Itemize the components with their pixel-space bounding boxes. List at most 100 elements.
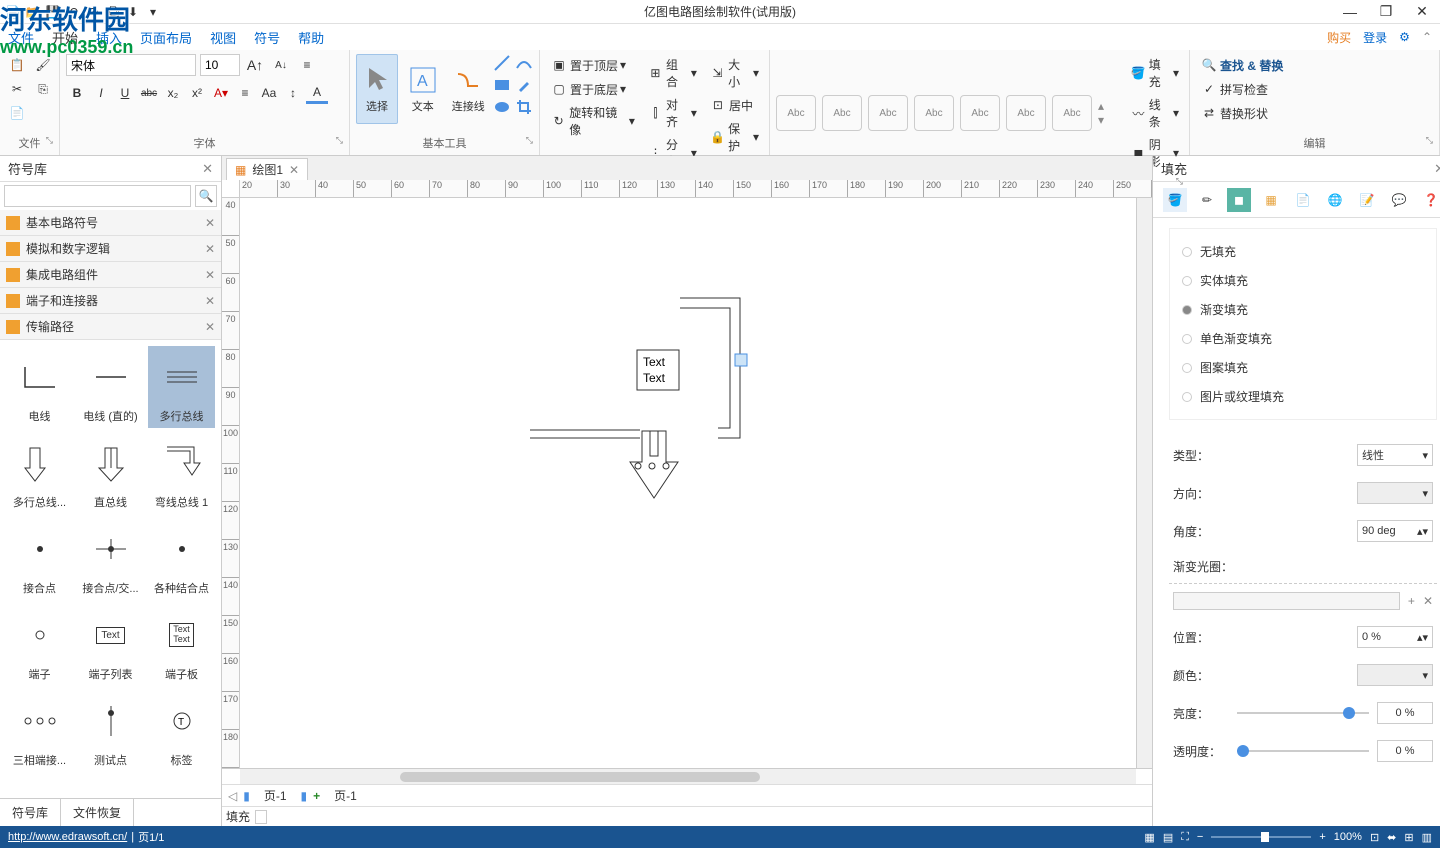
symbol-item[interactable]: 测试点 bbox=[77, 690, 144, 772]
underline-button[interactable]: U bbox=[114, 82, 136, 104]
symbol-item[interactable]: 电线 (直的) bbox=[77, 346, 144, 428]
strikethrough-button[interactable]: abc bbox=[138, 82, 160, 104]
center-button[interactable]: ⊡居中 bbox=[705, 94, 763, 116]
gradient-stop-bar[interactable] bbox=[1173, 592, 1400, 610]
menu-file[interactable]: 文件 bbox=[8, 28, 34, 47]
category-row[interactable]: 传输路径✕ bbox=[0, 314, 221, 340]
brightness-value[interactable]: 0 % bbox=[1377, 702, 1433, 724]
cut-icon[interactable]: ✂ bbox=[6, 78, 28, 100]
format-painter-icon[interactable]: 🖌 bbox=[32, 54, 54, 76]
group-button[interactable]: ⊞组合▾ bbox=[643, 54, 701, 92]
line-tab-icon[interactable]: ✏ bbox=[1195, 188, 1219, 212]
send-back-button[interactable]: ▢置于底层▾ bbox=[546, 78, 639, 100]
find-replace-button[interactable]: 🔍查找 & 替换 bbox=[1196, 54, 1287, 76]
zoom-slider[interactable] bbox=[1211, 836, 1311, 838]
add-stop-icon[interactable]: + bbox=[1408, 594, 1415, 608]
font-color-button[interactable]: A▾ bbox=[210, 82, 232, 104]
spacing-button[interactable]: ↕ bbox=[282, 82, 304, 104]
help-tab-icon[interactable]: ❓ bbox=[1419, 188, 1440, 212]
text-tool[interactable]: A 文本 bbox=[402, 54, 444, 124]
horizontal-scrollbar[interactable] bbox=[240, 769, 1136, 784]
replace-shape-button[interactable]: ⇄替换形状 bbox=[1196, 102, 1287, 124]
style-item[interactable]: Abc bbox=[1006, 95, 1046, 131]
font-decrease-icon[interactable]: A↓ bbox=[270, 54, 292, 76]
symbol-item[interactable]: Text端子列表 bbox=[77, 604, 144, 686]
fit-page-icon[interactable]: ⊡ bbox=[1370, 831, 1379, 844]
gallery-down-icon[interactable]: ▾ bbox=[1098, 113, 1114, 127]
connector-tool[interactable]: 连接线 bbox=[448, 54, 490, 124]
category-row[interactable]: 集成电路组件✕ bbox=[0, 262, 221, 288]
status-url[interactable]: http://www.edrawsoft.cn/ bbox=[8, 831, 127, 843]
view-outline-icon[interactable]: ▤ bbox=[1163, 831, 1173, 844]
paste-icon[interactable]: 📋 bbox=[6, 54, 28, 76]
case-button[interactable]: Aa bbox=[258, 82, 280, 104]
vertical-scrollbar[interactable] bbox=[1136, 198, 1152, 768]
bring-front-button[interactable]: ▣置于顶层▾ bbox=[546, 54, 639, 76]
qat-save-icon[interactable]: 💾 bbox=[44, 3, 62, 21]
page-prev-icon[interactable]: ◁ bbox=[228, 789, 237, 803]
tab-symbols[interactable]: 符号库 bbox=[0, 799, 61, 826]
page-tab[interactable]: 页-1 bbox=[256, 785, 295, 806]
color-picker[interactable]: ▾ bbox=[1357, 664, 1433, 686]
comment-tab-icon[interactable]: 💬 bbox=[1387, 188, 1411, 212]
menu-symbol[interactable]: 符号 bbox=[254, 28, 280, 47]
zoom-in-icon[interactable]: + bbox=[1319, 831, 1325, 843]
fill-dropdown[interactable]: 🪣填充▾ bbox=[1126, 54, 1183, 92]
spellcheck-button[interactable]: ✓拼写检查 bbox=[1196, 78, 1287, 100]
qat-open-icon[interactable]: 📂 bbox=[24, 3, 42, 21]
italic-button[interactable]: I bbox=[90, 82, 112, 104]
document-tab[interactable]: ▦ 绘图1 ✕ bbox=[226, 158, 308, 180]
symbol-item[interactable]: 多行总线 bbox=[148, 346, 215, 428]
opacity-slider[interactable] bbox=[1237, 750, 1369, 752]
rect-tool-icon[interactable] bbox=[493, 76, 511, 94]
menu-layout[interactable]: 页面布局 bbox=[140, 28, 192, 47]
link-tab-icon[interactable]: 🌐 bbox=[1323, 188, 1347, 212]
page-tab-icon[interactable]: 📄 bbox=[1291, 188, 1315, 212]
align-icon[interactable]: ≡ bbox=[296, 54, 318, 76]
fill-option-radio[interactable]: 实体填充 bbox=[1178, 266, 1428, 295]
layer-tab-icon[interactable]: ▦ bbox=[1259, 188, 1283, 212]
category-row[interactable]: 基本电路符号✕ bbox=[0, 210, 221, 236]
crop-tool-icon[interactable] bbox=[515, 98, 533, 116]
clone-icon[interactable]: ⎘ bbox=[32, 78, 54, 100]
fill-option-radio[interactable]: 渐变填充 bbox=[1178, 295, 1428, 324]
fill-option-radio[interactable]: 图案填充 bbox=[1178, 353, 1428, 382]
style-item[interactable]: Abc bbox=[776, 95, 816, 131]
category-close-icon[interactable]: ✕ bbox=[205, 268, 215, 282]
rotate-button[interactable]: ↻旋转和镜像▾ bbox=[546, 102, 639, 140]
brightness-slider[interactable] bbox=[1237, 712, 1369, 714]
settings-icon[interactable]: ⚙ bbox=[1399, 30, 1410, 44]
symbol-item[interactable]: 接合点 bbox=[6, 518, 73, 600]
category-close-icon[interactable]: ✕ bbox=[205, 320, 215, 334]
font-size-combo[interactable] bbox=[200, 54, 240, 76]
add-page-icon[interactable]: + bbox=[313, 789, 320, 803]
panel-close-icon[interactable]: ✕ bbox=[1434, 161, 1440, 177]
tab-recovery[interactable]: 文件恢复 bbox=[61, 799, 134, 826]
search-button[interactable]: 🔍 bbox=[195, 185, 217, 207]
qat-redo-icon[interactable]: ↷ bbox=[84, 3, 102, 21]
shadow-tab-icon[interactable]: ◼ bbox=[1227, 188, 1251, 212]
tab-close-icon[interactable]: ✕ bbox=[289, 163, 299, 177]
remove-stop-icon[interactable]: ✕ bbox=[1423, 594, 1433, 608]
highlight-button[interactable]: A bbox=[306, 82, 328, 104]
opacity-value[interactable]: 0 % bbox=[1377, 740, 1433, 762]
maximize-button[interactable]: ❐ bbox=[1372, 2, 1400, 22]
style-gallery[interactable]: Abc Abc Abc Abc Abc Abc Abc ▴ ▾ bbox=[776, 95, 1114, 131]
symbol-item[interactable]: TextText端子板 bbox=[148, 604, 215, 686]
close-button[interactable]: ✕ bbox=[1408, 2, 1436, 22]
style-item[interactable]: Abc bbox=[960, 95, 1000, 131]
panel-close-icon[interactable]: ✕ bbox=[202, 161, 213, 177]
view-normal-icon[interactable]: ▦ bbox=[1144, 831, 1154, 844]
symbol-item[interactable]: 各种结合点 bbox=[148, 518, 215, 600]
symbol-item[interactable]: 多行总线... bbox=[6, 432, 73, 514]
category-row[interactable]: 模拟和数字逻辑✕ bbox=[0, 236, 221, 262]
superscript-button[interactable]: x² bbox=[186, 82, 208, 104]
position-spinner[interactable]: 0 %▴▾ bbox=[1357, 626, 1433, 648]
qat-undo-icon[interactable]: ↶ bbox=[64, 3, 82, 21]
bold-button[interactable]: B bbox=[66, 82, 88, 104]
qat-dropdown-icon[interactable]: ▾ bbox=[144, 3, 162, 21]
qat-print-icon[interactable]: 🖨 bbox=[104, 3, 122, 21]
buy-link[interactable]: 购买 bbox=[1327, 29, 1351, 46]
canvas[interactable]: Text Text bbox=[240, 198, 1136, 768]
protect-button[interactable]: 🔒保护▾ bbox=[705, 118, 763, 156]
